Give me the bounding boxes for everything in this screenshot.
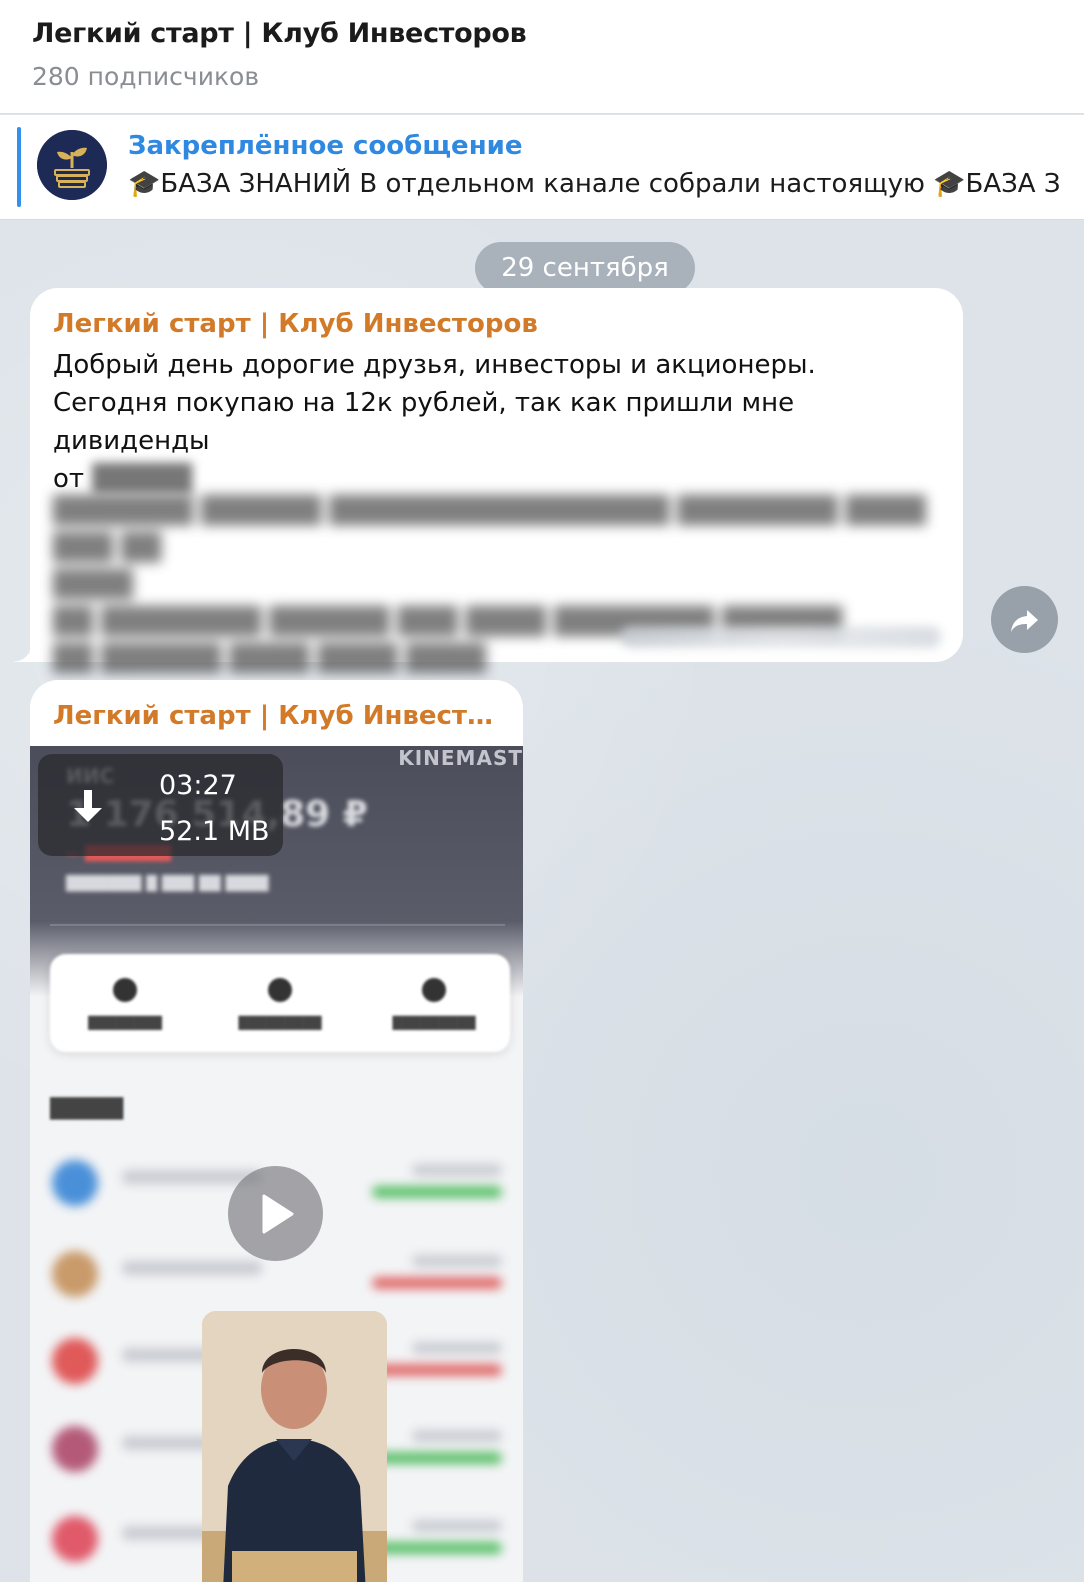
video-card-label: █████████ — [392, 1016, 476, 1030]
download-arrow-icon — [74, 790, 102, 822]
video-card-label: █████████ — [238, 1016, 322, 1030]
message-line: Сегодня покупаю на 12к рублей, так как п… — [53, 388, 795, 456]
video-divider — [50, 924, 505, 926]
play-button[interactable] — [228, 1166, 323, 1261]
chat-history[interactable]: 29 сентября Легкий старт | Клуб Инвестор… — [0, 221, 1084, 1582]
plus-icon — [268, 978, 292, 1002]
video-message-bubble[interactable]: Легкий старт | Клуб Инвестор... KINEMAST… — [30, 680, 523, 1582]
video-blurred-text: ███████ █ ███ ██ ████ — [66, 876, 269, 892]
pinned-accent-bar — [17, 127, 21, 207]
channel-header[interactable]: Легкий старт | Клуб Инвесторов 280 подпи… — [0, 0, 1084, 114]
video-action-card: ████████ █████████ █████████ — [50, 954, 510, 1052]
message-meta-blurred — [621, 626, 941, 648]
video-list-title: █████ — [50, 1098, 124, 1120]
message-text: Добрый день дорогие друзья, инвесторы и … — [53, 346, 943, 498]
sprout-book-icon — [37, 130, 107, 200]
share-arrow-icon — [1010, 609, 1038, 632]
video-watermark: KINEMAST — [398, 746, 523, 770]
message-sender[interactable]: Легкий старт | Клуб Инвестор... — [53, 701, 503, 731]
presenter-video-thumbnail — [202, 1311, 387, 1582]
video-file-size: 52.1 MB — [159, 816, 270, 847]
date-separator: 29 сентября — [475, 242, 695, 294]
share-button[interactable] — [991, 586, 1058, 653]
download-badge[interactable]: 03:27 52.1 MB — [38, 754, 283, 856]
play-icon — [262, 1194, 293, 1233]
message-bubble[interactable]: Легкий старт | Клуб Инвесторов Добрый де… — [14, 288, 963, 674]
pinned-title: Закреплённое сообщение — [128, 131, 523, 161]
video-duration: 03:27 — [159, 770, 237, 801]
message-sender[interactable]: Легкий старт | Клуб Инвесторов — [53, 309, 538, 339]
pinned-preview-text: 🎓БАЗА ЗНАНИЙ В отдельном канале собрали … — [128, 169, 1061, 199]
pinned-message[interactable]: Закреплённое сообщение 🎓БАЗА ЗНАНИЙ В от… — [0, 115, 1084, 220]
video-card-label: ████████ — [88, 1016, 162, 1030]
message-line: Добрый день дорогие друзья, инвесторы и … — [53, 350, 816, 380]
blurred-content: ███████ ██████ █████████████████ ███████… — [53, 496, 926, 674]
channel-title: Легкий старт | Клуб Инвесторов — [32, 18, 527, 49]
chart-icon — [422, 978, 446, 1002]
message-line-prefix: от — [53, 464, 85, 494]
bubble-tail — [14, 644, 32, 662]
clock-icon — [113, 978, 137, 1002]
video-preview[interactable]: KINEMAST ИИС 1 176 514,89 ₽ — ████████ █… — [30, 746, 523, 1582]
subscriber-count: 280 подписчиков — [32, 62, 260, 91]
